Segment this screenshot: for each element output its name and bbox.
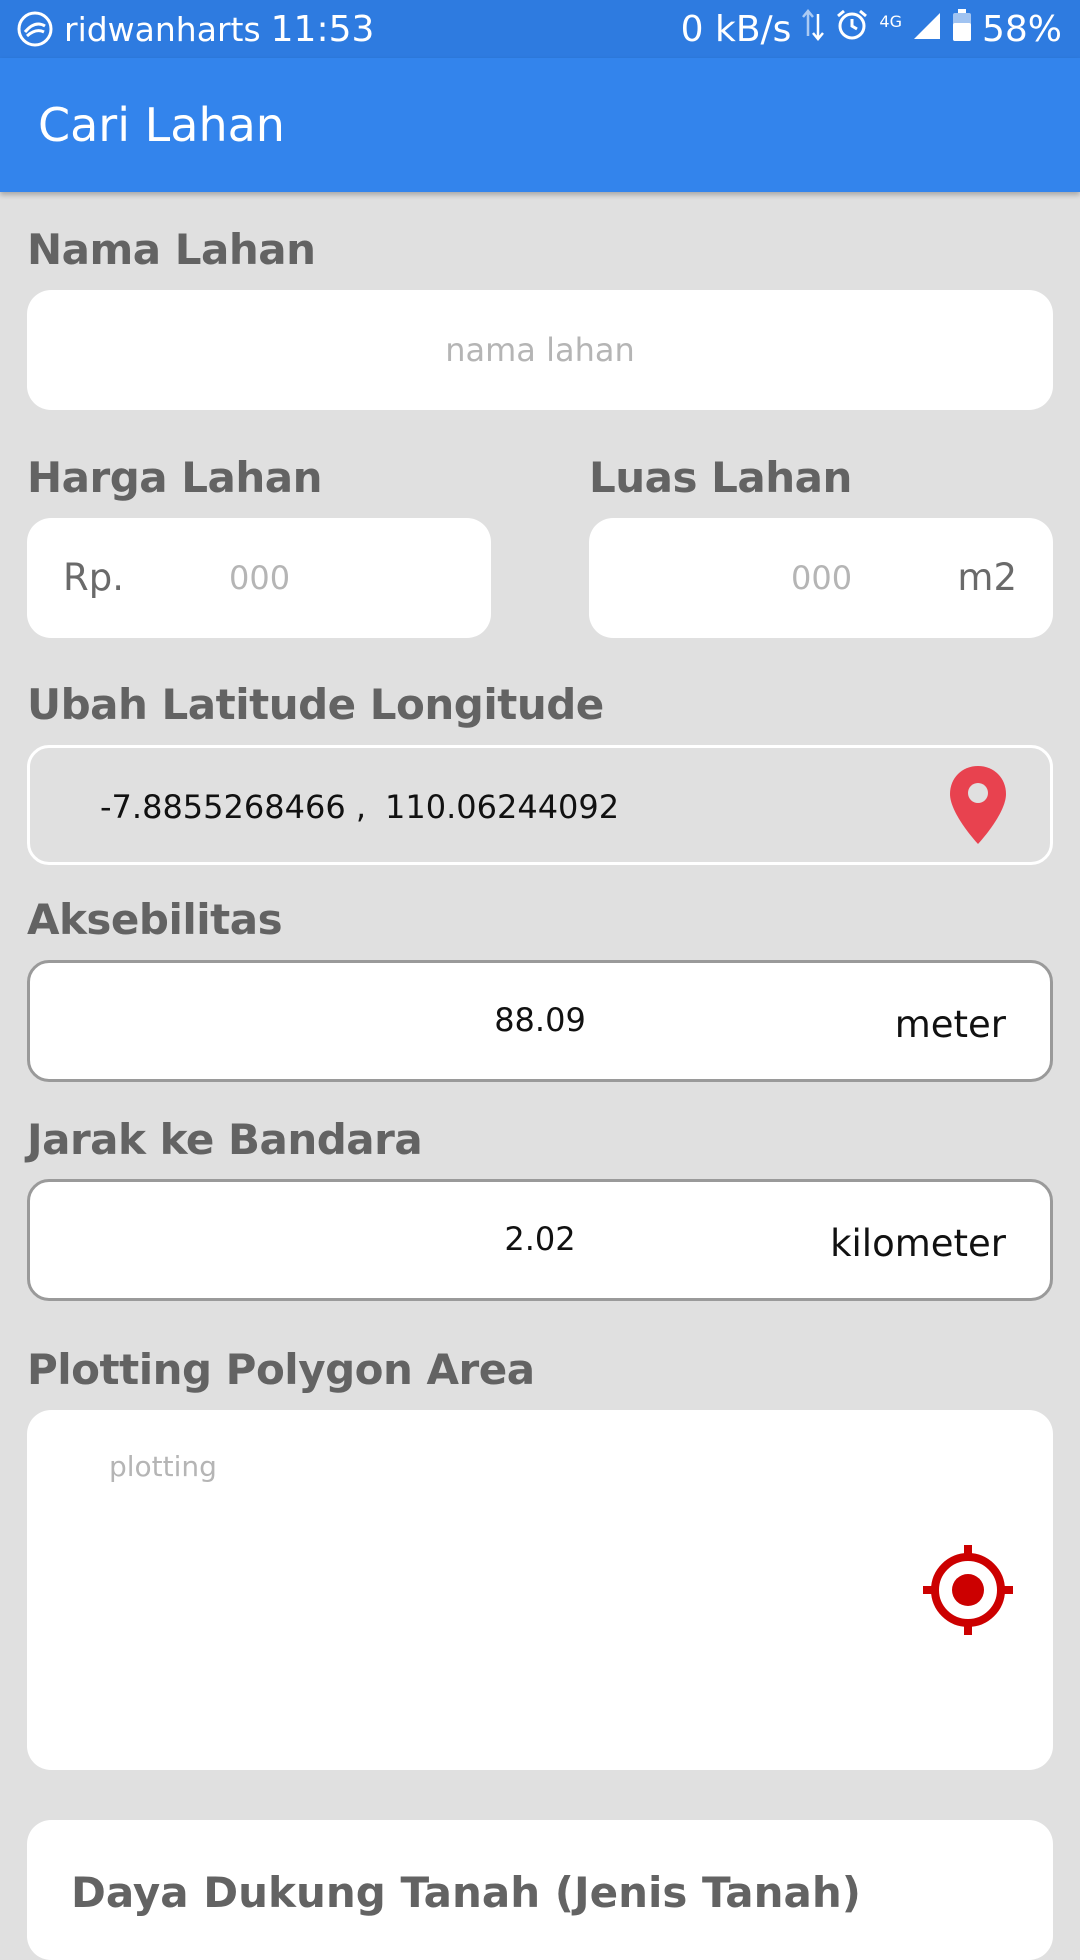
data-arrows-icon [801,6,825,53]
aksebilitas-unit: meter [894,1003,1006,1046]
status-bar: ridwanharts 11:53 0 kB/s 4G 58% [0,0,1080,58]
battery-percent: 58% [981,8,1062,50]
jarak-bandara-field[interactable]: 2.02 kilometer [27,1179,1053,1301]
alarm-icon [835,8,869,51]
network-type: 4G [879,11,902,31]
daya-dukung-title: Daya Dukung Tanah (Jenis Tanah) [71,1868,861,1917]
latlng-field[interactable]: -7.8855268466 , 110.06244092 [27,745,1053,865]
page-title: Cari Lahan [38,98,285,152]
status-time: 11:53 [270,8,375,50]
nama-lahan-input[interactable]: nama lahan [27,290,1053,410]
harga-lahan-placeholder: 000 [229,559,291,597]
carrier-name: ridwanharts [64,9,261,49]
daya-dukung-card[interactable]: Daya Dukung Tanah (Jenis Tanah) [27,1820,1053,1960]
area-unit: m2 [957,556,1017,599]
jarak-bandara-label: Jarak ke Bandara [27,1115,423,1164]
app-bar: Cari Lahan [0,58,1080,192]
nama-lahan-label: Nama Lahan [27,225,316,274]
luas-lahan-label: Luas Lahan [589,453,852,502]
harga-lahan-input[interactable]: Rp. 000 [27,518,491,638]
latitude-value: -7.8855268466 , [100,788,367,826]
plotting-input[interactable]: plotting [27,1410,1053,1770]
aksebilitas-label: Aksebilitas [27,895,283,944]
luas-lahan-input[interactable]: 000 m2 [589,518,1053,638]
signal-icon [912,9,942,50]
net-speed: 0 kB/s [680,8,792,50]
longitude-value: 110.06244092 [385,788,620,826]
map-pin-icon[interactable] [948,764,1008,850]
target-icon[interactable] [923,1545,1013,1639]
plotting-label: Plotting Polygon Area [27,1345,535,1394]
luas-lahan-placeholder: 000 [791,559,853,597]
battery-icon [952,8,972,50]
jarak-bandara-unit: kilometer [830,1222,1006,1265]
aksebilitas-field[interactable]: 88.09 meter [27,960,1053,1082]
harga-lahan-label: Harga Lahan [27,453,322,502]
nama-lahan-placeholder: nama lahan [445,331,635,369]
plotting-placeholder: plotting [109,1450,217,1483]
currency-prefix: Rp. [63,556,124,599]
latlng-label: Ubah Latitude Longitude [27,680,604,729]
app-logo-icon [16,10,54,48]
